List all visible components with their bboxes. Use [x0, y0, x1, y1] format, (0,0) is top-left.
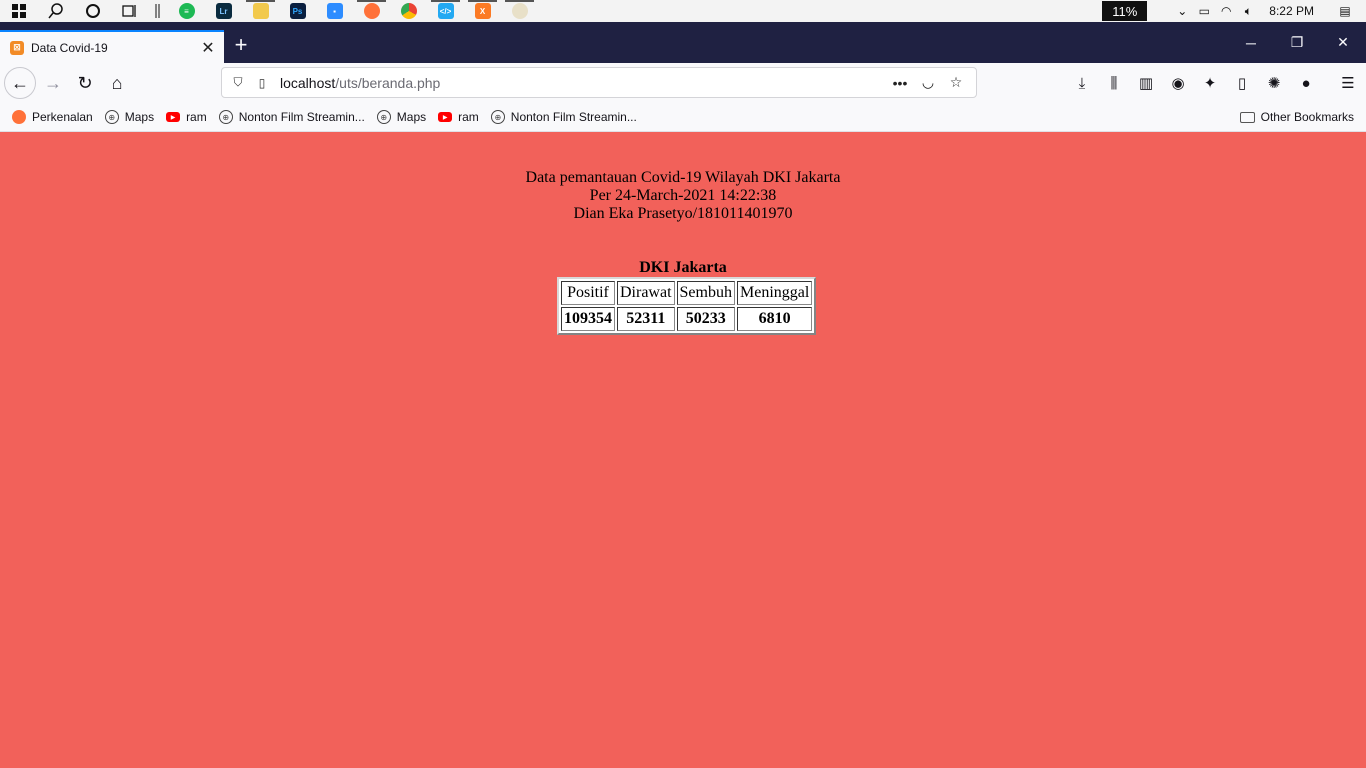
- menu-icon[interactable]: ☰: [1332, 67, 1364, 99]
- restore-icon[interactable]: ❐: [1274, 22, 1320, 63]
- wifi-icon[interactable]: ◠: [1215, 4, 1237, 18]
- minimize-icon[interactable]: ─: [1228, 22, 1274, 63]
- photoshop-icon[interactable]: Ps: [279, 0, 316, 22]
- bookmark-nonton-film[interactable]: ⊕ Nonton Film Streamin...: [218, 110, 365, 124]
- bookmark-label: Maps: [396, 110, 427, 124]
- vscode-icon[interactable]: </>: [427, 0, 464, 22]
- battery-icon[interactable]: ▭: [1193, 4, 1215, 18]
- extension-gear-icon[interactable]: ✺: [1258, 67, 1290, 99]
- bookmark-perkenalan[interactable]: Perkenalan: [12, 110, 93, 124]
- lightroom-icon[interactable]: Lr: [205, 0, 242, 22]
- shield-icon[interactable]: ⛉: [230, 75, 246, 90]
- value-meninggal: 6810: [736, 307, 813, 331]
- zoom-icon[interactable]: ▪: [316, 0, 353, 22]
- globe-icon: ⊕: [376, 110, 391, 124]
- battery-percentage[interactable]: 11%: [1102, 1, 1148, 21]
- xampp-icon[interactable]: X: [464, 0, 501, 22]
- close-window-icon[interactable]: ✕: [1320, 22, 1366, 63]
- firefox-taskbar-icon[interactable]: [353, 0, 390, 22]
- library-icon[interactable]: ⫼: [1098, 67, 1130, 99]
- tab-title: Data Covid-19: [31, 40, 108, 55]
- navigation-toolbar: ← → ↻ ⌂ ⛉ ▯ localhost/uts/beranda.php ••…: [0, 63, 1366, 103]
- xampp-favicon-icon: ⊠: [10, 40, 24, 55]
- bookmark-nonton-film[interactable]: ⊕ Nonton Film Streamin...: [490, 110, 637, 124]
- new-tab-icon[interactable]: +: [230, 32, 252, 60]
- bookmark-label: ram: [458, 110, 479, 124]
- youtube-icon: ▶: [438, 112, 453, 122]
- region-title: DKI Jakarta: [639, 259, 727, 276]
- cortana-icon[interactable]: [74, 0, 111, 22]
- page-info-icon[interactable]: ▯: [254, 76, 270, 90]
- windows-taskbar: ≡ Lr Ps ▪ </> X 11% ⌄ ▭ ◠ 🔈︎ 8:22 PM ▤: [0, 0, 1366, 22]
- page-content: Data pemantauan Covid-19 Wilayah DKI Jak…: [0, 132, 1366, 768]
- download-icon[interactable]: ⤓: [1066, 67, 1098, 99]
- bookmark-label: Nonton Film Streamin...: [510, 110, 637, 124]
- bookmark-maps[interactable]: ⊕ Maps: [104, 110, 155, 124]
- header-line-author: Dian Eka Prasetyo/181011401970: [573, 205, 793, 222]
- bookmark-maps[interactable]: ⊕ Maps: [376, 110, 427, 124]
- back-icon[interactable]: ←: [4, 67, 36, 99]
- bookmark-label: Maps: [124, 110, 155, 124]
- folder-icon: [1239, 111, 1255, 123]
- reload-icon[interactable]: ↻: [69, 67, 101, 99]
- header-dirawat: Dirawat: [617, 281, 675, 305]
- close-tab-icon[interactable]: ✕: [198, 38, 218, 58]
- extension-phone-icon[interactable]: ▯: [1226, 67, 1258, 99]
- file-explorer-icon[interactable]: [242, 0, 279, 22]
- sidebar-icon[interactable]: ▥: [1130, 67, 1162, 99]
- chrome-icon[interactable]: [390, 0, 427, 22]
- page-header: Data pemantauan Covid-19 Wilayah DKI Jak…: [0, 169, 1366, 223]
- bookmark-label: Nonton Film Streamin...: [238, 110, 365, 124]
- bookmark-ram[interactable]: ▶ ram: [438, 110, 479, 124]
- home-icon[interactable]: ⌂: [101, 67, 133, 99]
- value-sembuh: 50233: [676, 307, 735, 331]
- speaker-icon[interactable]: 🔈︎: [1237, 4, 1259, 19]
- header-line-title: Data pemantauan Covid-19 Wilayah DKI Jak…: [525, 169, 841, 186]
- other-bookmarks[interactable]: Other Bookmarks: [1239, 103, 1354, 131]
- url-host: localhost: [280, 74, 336, 91]
- windows-start-icon[interactable]: [0, 0, 37, 22]
- extension-globe-icon[interactable]: ●: [1290, 67, 1322, 99]
- page-actions-icon[interactable]: •••: [886, 75, 914, 91]
- header-line-date: Per 24-March-2021 14:22:38: [589, 187, 777, 204]
- taskbar-separator-icon: [148, 0, 168, 22]
- forward-icon[interactable]: →: [37, 67, 69, 99]
- value-positif: 109354: [561, 307, 615, 331]
- header-sembuh: Sembuh: [676, 281, 735, 305]
- search-icon[interactable]: [37, 0, 74, 22]
- header-meninggal: Meninggal: [736, 281, 813, 305]
- account-icon[interactable]: ◉: [1162, 67, 1194, 99]
- taskbar-clock[interactable]: 8:22 PM: [1269, 4, 1314, 18]
- task-view-icon[interactable]: [111, 0, 148, 22]
- url-path: /uts/beranda.php: [335, 74, 441, 91]
- bookmark-star-icon[interactable]: ☆: [942, 74, 970, 91]
- firefox-icon: [12, 110, 26, 124]
- value-dirawat: 52311: [617, 307, 675, 331]
- chevron-up-icon[interactable]: ⌄: [1171, 4, 1193, 18]
- covid-data-table: Positif Dirawat Sembuh Meninggal 109354 …: [557, 277, 817, 335]
- url-bar[interactable]: ⛉ ▯ localhost/uts/beranda.php ••• ◡ ☆: [221, 67, 977, 98]
- tab-data-covid[interactable]: ⊠ Data Covid-19 ✕: [0, 30, 224, 63]
- bookmarks-bar: Perkenalan ⊕ Maps ▶ ram ⊕ Nonton Film St…: [0, 103, 1366, 132]
- other-bookmarks-label: Other Bookmarks: [1260, 110, 1354, 124]
- url-text[interactable]: localhost/uts/beranda.php: [280, 75, 886, 91]
- header-positif: Positif: [561, 281, 615, 305]
- bookmark-label: Perkenalan: [32, 110, 93, 124]
- table-row: 109354 52311 50233 6810: [561, 307, 813, 331]
- bookmark-label: ram: [186, 110, 207, 124]
- globe-icon: ⊕: [218, 110, 233, 124]
- tab-strip: ⊠ Data Covid-19 ✕ + ─ ❐ ✕: [0, 22, 1366, 63]
- globe-icon: ⊕: [490, 110, 505, 124]
- notification-icon[interactable]: ▤: [1334, 4, 1356, 18]
- paint-icon[interactable]: [501, 0, 538, 22]
- table-header-row: Positif Dirawat Sembuh Meninggal: [561, 281, 813, 305]
- globe-icon: ⊕: [104, 110, 119, 124]
- bookmark-ram[interactable]: ▶ ram: [166, 110, 207, 124]
- youtube-icon: ▶: [166, 112, 181, 122]
- pocket-icon[interactable]: ◡: [914, 74, 942, 91]
- spotify-icon[interactable]: ≡: [168, 0, 205, 22]
- extension-pinwheel-icon[interactable]: ✦: [1194, 67, 1226, 99]
